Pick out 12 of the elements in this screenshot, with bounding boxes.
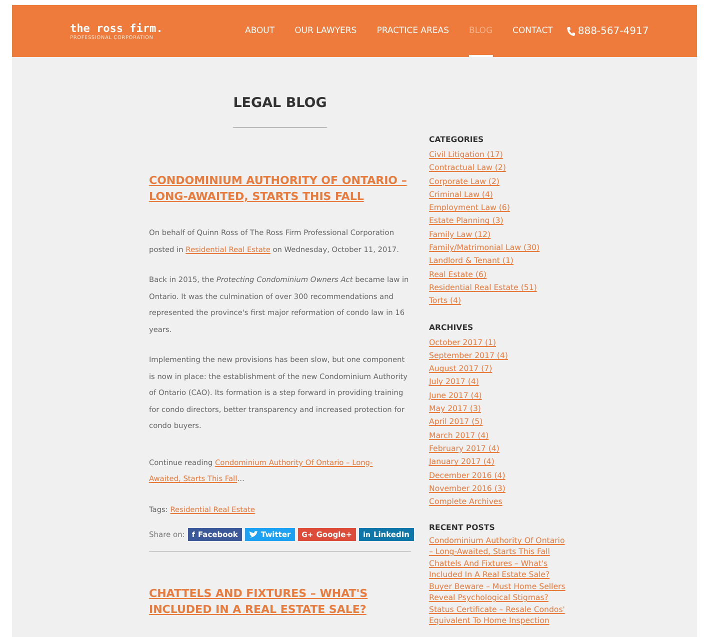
nav-link[interactable]: BLOG (468, 5, 493, 57)
nav-link[interactable]: OUR LAWYERS (294, 5, 357, 57)
phone-icon (566, 26, 575, 36)
nav-link[interactable]: PRACTICE AREAS (376, 5, 449, 57)
phone-link[interactable]: 888-567-4917 (578, 26, 649, 36)
nav-link[interactable]: CONTACT (512, 5, 553, 57)
post-title-link[interactable]: CHATTELS AND FIXTURES – WHAT'S INCLUDED IN A REAL ESTATE SALE? (149, 586, 411, 618)
bird-icon (248, 531, 258, 538)
post-title-link[interactable]: CONDOMINIUM AUTHORITY OF ONTARIO – LONG-AWAITED, STARTS THIS FALL (149, 173, 411, 205)
page-title: LEGAL BLOG (232, 95, 328, 111)
nav-link[interactable]: ABOUT (245, 5, 275, 57)
logo[interactable]: the ross firm. (70, 22, 245, 34)
